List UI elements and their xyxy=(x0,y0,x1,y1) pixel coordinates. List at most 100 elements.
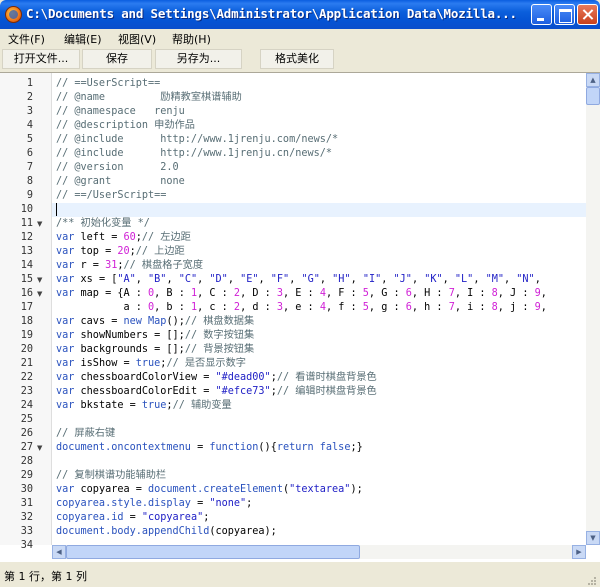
scroll-left-button[interactable]: ◀ xyxy=(52,545,66,559)
fold-toggle-icon[interactable]: ▼ xyxy=(37,441,45,455)
title-bar: C:\Documents and Settings\Administrator\… xyxy=(0,0,600,29)
line-number: 14 xyxy=(20,260,33,271)
line-number: 27 xyxy=(20,442,33,453)
open-file-button[interactable]: 打开文件... xyxy=(2,49,80,69)
code-line: // 屏蔽右键 xyxy=(56,428,116,439)
code-line: var top = 20;// 上边距 xyxy=(56,246,185,257)
line-number: 5 xyxy=(26,134,33,145)
line-number: 7 xyxy=(26,162,33,173)
fold-toggle-icon[interactable]: ▼ xyxy=(37,287,45,301)
scroll-down-button[interactable]: ▼ xyxy=(586,531,600,545)
minimize-button[interactable] xyxy=(531,4,552,25)
line-number: 20 xyxy=(20,344,33,355)
code-line: // @version 2.0 xyxy=(56,162,179,173)
line-number: 18 xyxy=(20,316,33,327)
line-number: 3 xyxy=(26,106,33,117)
line-number: 6 xyxy=(26,148,33,159)
code-line: /** 初始化变量 */ xyxy=(56,218,150,229)
status-bar: 第 1 行，第 1 列 xyxy=(0,561,600,587)
line-number: 33 xyxy=(20,526,33,537)
line-number: 17 xyxy=(20,302,33,313)
code-line: // @grant none xyxy=(56,176,185,187)
line-number: 13 xyxy=(20,246,33,257)
code-line: document.oncontextmenu = function(){retu… xyxy=(56,442,363,453)
line-number: 21 xyxy=(20,358,33,369)
menu-bar: 文件(F) 编辑(E) 视图(V) 帮助(H) xyxy=(0,29,600,47)
scroll-right-button[interactable]: ▶ xyxy=(572,545,586,559)
close-button[interactable] xyxy=(577,4,598,25)
scroll-up-button[interactable]: ▲ xyxy=(586,73,600,87)
menu-file[interactable]: 文件(F) xyxy=(8,31,45,46)
code-line: document.body.appendChild(copyarea); xyxy=(56,526,277,537)
resize-grip-icon[interactable] xyxy=(585,574,597,586)
code-line: var backgrounds = [];// 背景按钮集 xyxy=(56,344,255,355)
line-number: 30 xyxy=(20,484,33,495)
code-line: var r = 31;// 棋盘格子宽度 xyxy=(56,260,204,271)
code-line: // 复制棋谱功能辅助栏 xyxy=(56,470,167,481)
toolbar: 打开文件... 保存 另存为... 格式美化 xyxy=(0,47,600,71)
menu-help[interactable]: 帮助(H) xyxy=(172,31,211,46)
code-line: var chessboardColorEdit = "#efce73";// 编… xyxy=(56,386,377,397)
save-as-button[interactable]: 另存为... xyxy=(155,49,242,69)
menu-edit[interactable]: 编辑(E) xyxy=(64,31,102,46)
horizontal-scrollbar[interactable]: ◀ ▶ xyxy=(52,545,586,559)
line-number-gutter: 1 2 3 4 5 6 7 8 9 10 11 ▼ 12 13 14 15 ▼ 16 ▼ 17 18 19 20 21 22 23… xyxy=(0,73,52,551)
code-area[interactable]: // ==UserScript== // @name 励精教室棋谱辅助 // @na… xyxy=(52,73,586,545)
format-beautify-button[interactable]: 格式美化 xyxy=(260,49,334,69)
code-line: var copyarea = document.createElement("t… xyxy=(56,484,363,495)
code-line: // ==UserScript== xyxy=(56,78,161,89)
code-line: var left = 60;// 左边距 xyxy=(56,232,191,243)
arrow-down-icon: ▼ xyxy=(590,534,596,542)
firefox-icon xyxy=(5,6,22,23)
line-number: 9 xyxy=(26,190,33,201)
code-line: copyarea.style.display = "none"; xyxy=(56,498,253,509)
line-number: 28 xyxy=(20,456,33,467)
line-number: 19 xyxy=(20,330,33,341)
line-number: 1 xyxy=(26,78,33,89)
code-line: var map = {A : 0, B : 1, C : 2, D : 3, E… xyxy=(56,288,547,299)
line-number: 34 xyxy=(20,540,33,551)
line-number: 31 xyxy=(20,498,33,509)
line-number: 26 xyxy=(20,428,33,439)
fold-toggle-icon[interactable]: ▼ xyxy=(37,273,45,287)
code-line: var isShow = true;// 是否显示数字 xyxy=(56,358,246,369)
arrow-left-icon: ◀ xyxy=(56,548,62,556)
code-line: // ==/UserScript== xyxy=(56,190,167,201)
code-line: // @name 励精教室棋谱辅助 xyxy=(56,92,242,103)
line-number: 16 xyxy=(20,288,33,299)
window-title: C:\Documents and Settings\Administrator\… xyxy=(26,6,517,21)
line-number: 23 xyxy=(20,386,33,397)
code-line: // @description 申劲作品 xyxy=(56,120,195,131)
cursor-position: 第 1 行，第 1 列 xyxy=(4,570,87,583)
code-line: // @include http://www.1jrenju.cn/news/* xyxy=(56,148,333,159)
line-number: 22 xyxy=(20,372,33,383)
save-button[interactable]: 保存 xyxy=(82,49,152,69)
line-number: 10 xyxy=(20,204,33,215)
code-line: // @namespace renju xyxy=(56,106,185,117)
code-line: var chessboardColorView = "#dead00";// 看… xyxy=(56,372,377,383)
code-line: var bkstate = true;// 辅助变量 xyxy=(56,400,232,411)
line-number: 12 xyxy=(20,232,33,243)
code-line: a : 0, b : 1, c : 2, d : 3, e : 4, f : 5… xyxy=(56,302,547,313)
maximize-button[interactable] xyxy=(554,4,575,25)
line-number: 11 xyxy=(20,218,33,229)
code-line: // @include http://www.1jrenju.com/news/… xyxy=(56,134,339,145)
line-number: 8 xyxy=(26,176,33,187)
line-number: 2 xyxy=(26,92,33,103)
fold-toggle-icon[interactable]: ▼ xyxy=(37,217,45,231)
code-line: var showNumbers = [];// 数字按钮集 xyxy=(56,330,255,341)
arrow-up-icon: ▲ xyxy=(590,76,596,84)
text-cursor xyxy=(56,203,57,216)
code-editor[interactable]: 1 2 3 4 5 6 7 8 9 10 11 ▼ 12 13 14 15 ▼ 16 ▼ 17 18 19 20 21 22 23… xyxy=(0,72,600,561)
code-line: var xs = ["A", "B", "C", "D", "E", "F", … xyxy=(56,274,541,285)
line-number: 4 xyxy=(26,120,33,131)
menu-view[interactable]: 视图(V) xyxy=(118,31,156,46)
vertical-scrollbar[interactable]: ▲ ▼ xyxy=(586,73,600,545)
line-number: 32 xyxy=(20,512,33,523)
horizontal-scroll-thumb[interactable] xyxy=(66,545,360,559)
vertical-scroll-thumb[interactable] xyxy=(586,87,600,105)
line-number: 15 xyxy=(20,274,33,285)
current-line-highlight xyxy=(52,203,586,217)
line-number: 29 xyxy=(20,470,33,481)
code-line: var cavs = new Map();// 棋盘数据集 xyxy=(56,316,255,327)
